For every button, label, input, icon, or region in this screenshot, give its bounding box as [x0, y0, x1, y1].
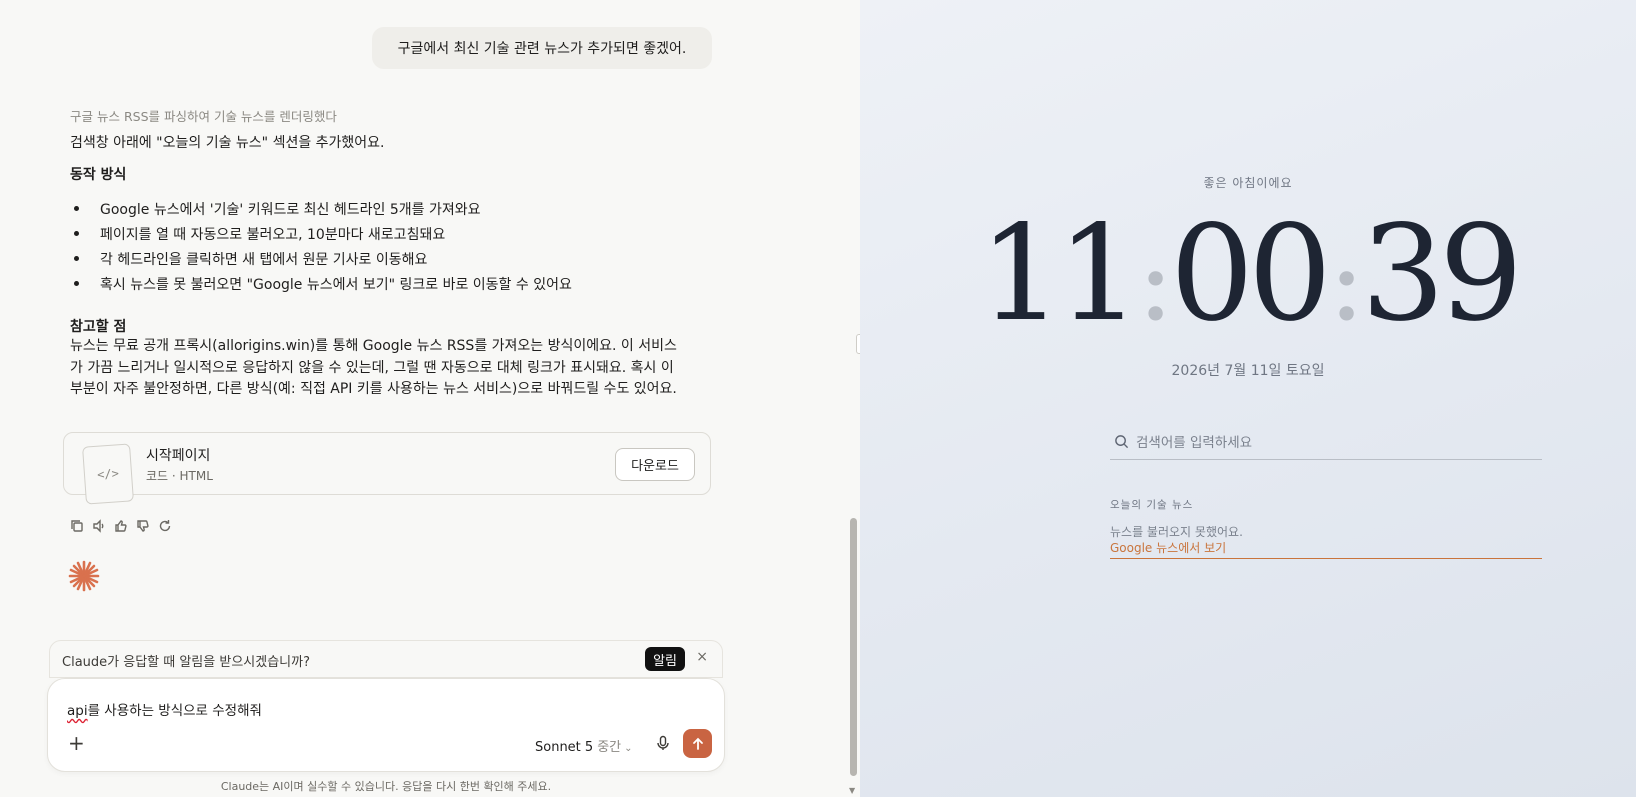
- download-button[interactable]: 다운로드: [615, 448, 695, 481]
- clock-separator: :: [1327, 217, 1365, 345]
- heading-how-it-works: 동작 방식: [70, 167, 127, 183]
- news-section-label: 오늘의 기술 뉴스: [1110, 499, 1194, 511]
- clock-separator: :: [1136, 217, 1174, 345]
- google-news-link[interactable]: Google 뉴스에서 보기: [1110, 539, 1542, 559]
- search-bar: [1110, 428, 1542, 460]
- arrow-up-icon: [692, 737, 703, 750]
- copy-icon[interactable]: [70, 518, 84, 532]
- bullet-icon: [74, 256, 79, 261]
- add-attachment-button[interactable]: +: [68, 731, 85, 755]
- scrollbar-thumb[interactable]: [850, 518, 857, 776]
- artifact-card[interactable]: </> 시작페이지 코드 · HTML 다운로드: [63, 432, 711, 505]
- message-composer[interactable]: api를 사용하는 방식으로 수정해줘 + Sonnet 5 중간 ⌄: [47, 678, 725, 772]
- artifact-subtitle: 코드 · HTML: [146, 469, 213, 483]
- feature-list: Google 뉴스에서 '기술' 키워드로 최신 헤드라인 5개를 가져와요 페…: [74, 196, 572, 296]
- close-icon[interactable]: ×: [696, 649, 708, 665]
- bullet-icon: [74, 206, 79, 211]
- scroll-down-icon[interactable]: ▼: [849, 786, 855, 795]
- clock-display: 11:00:39: [860, 208, 1636, 340]
- code-file-icon: </>: [82, 443, 134, 505]
- message-input[interactable]: api를 사용하는 방식으로 수정해줘: [67, 699, 262, 719]
- greeting-text: 좋은 아침이에요: [1203, 176, 1293, 190]
- user-message: 구글에서 최신 기술 관련 뉴스가 추가되면 좋겠어.: [372, 27, 712, 69]
- microphone-icon[interactable]: [655, 735, 671, 751]
- clock-hours: 11: [978, 197, 1141, 351]
- artifact-title: 시작페이지: [146, 448, 211, 464]
- notes-paragraph: 뉴스는 무료 공개 프록시(allorigins.win)를 통해 Google…: [70, 338, 677, 397]
- clock-minutes: 00: [1170, 197, 1332, 351]
- preview-panel: 좋은 아침이에요 11:00:39 2026년 7월 11일 토요일 오늘의 기…: [860, 0, 1636, 797]
- model-selector[interactable]: Sonnet 5 중간 ⌄: [535, 736, 633, 755]
- thinking-summary[interactable]: 구글 뉴스 RSS를 파싱하여 기술 뉴스를 렌더링했다: [70, 106, 337, 125]
- bullet-icon: [74, 281, 79, 286]
- message-actions: [70, 518, 172, 533]
- search-input[interactable]: [1136, 430, 1536, 456]
- notification-banner: Claude가 응답할 때 알림을 받으시겠습니까? 알림 ×: [49, 640, 723, 678]
- bullet-icon: [74, 231, 79, 236]
- date-text: 2026년 7월 11일 토요일: [1171, 363, 1325, 379]
- enable-notification-button[interactable]: 알림: [645, 647, 685, 671]
- list-item: 페이지를 열 때 자동으로 불러오고, 10분마다 새로고침돼요: [74, 221, 572, 246]
- list-item: 각 헤드라인을 클릭하면 새 탭에서 원문 기사로 이동해요: [74, 246, 572, 271]
- news-error-text: 뉴스를 불러오지 못했어요.: [1110, 525, 1243, 539]
- assistant-intro: 검색창 아래에 "오늘의 기술 뉴스" 섹션을 추가했어요.: [70, 135, 385, 151]
- notification-text: Claude가 응답할 때 알림을 받으시겠습니까?: [62, 655, 310, 670]
- claude-spark-icon: [68, 560, 100, 592]
- search-icon: [1115, 435, 1129, 449]
- speaker-icon[interactable]: [92, 518, 106, 533]
- thumbs-up-icon[interactable]: [114, 518, 128, 532]
- list-item: 혹시 뉴스를 못 불러오면 "Google 뉴스에서 보기" 링크로 바로 이동…: [74, 271, 572, 296]
- chevron-down-icon: ⌄: [624, 743, 633, 754]
- list-item: Google 뉴스에서 '기술' 키워드로 최신 헤드라인 5개를 가져와요: [74, 196, 572, 221]
- send-button[interactable]: [683, 729, 712, 758]
- clock-seconds: 39: [1361, 197, 1523, 351]
- disclaimer-text: Claude는 AI이며 실수할 수 있습니다. 응답을 다시 한번 확인해 주…: [220, 780, 552, 793]
- retry-icon[interactable]: [158, 518, 172, 532]
- thumbs-down-icon[interactable]: [136, 518, 150, 532]
- chat-panel: 구글에서 최신 기술 관련 뉴스가 추가되면 좋겠어. 구글 뉴스 RSS를 파…: [0, 0, 864, 797]
- heading-notes: 참고할 점: [70, 319, 127, 335]
